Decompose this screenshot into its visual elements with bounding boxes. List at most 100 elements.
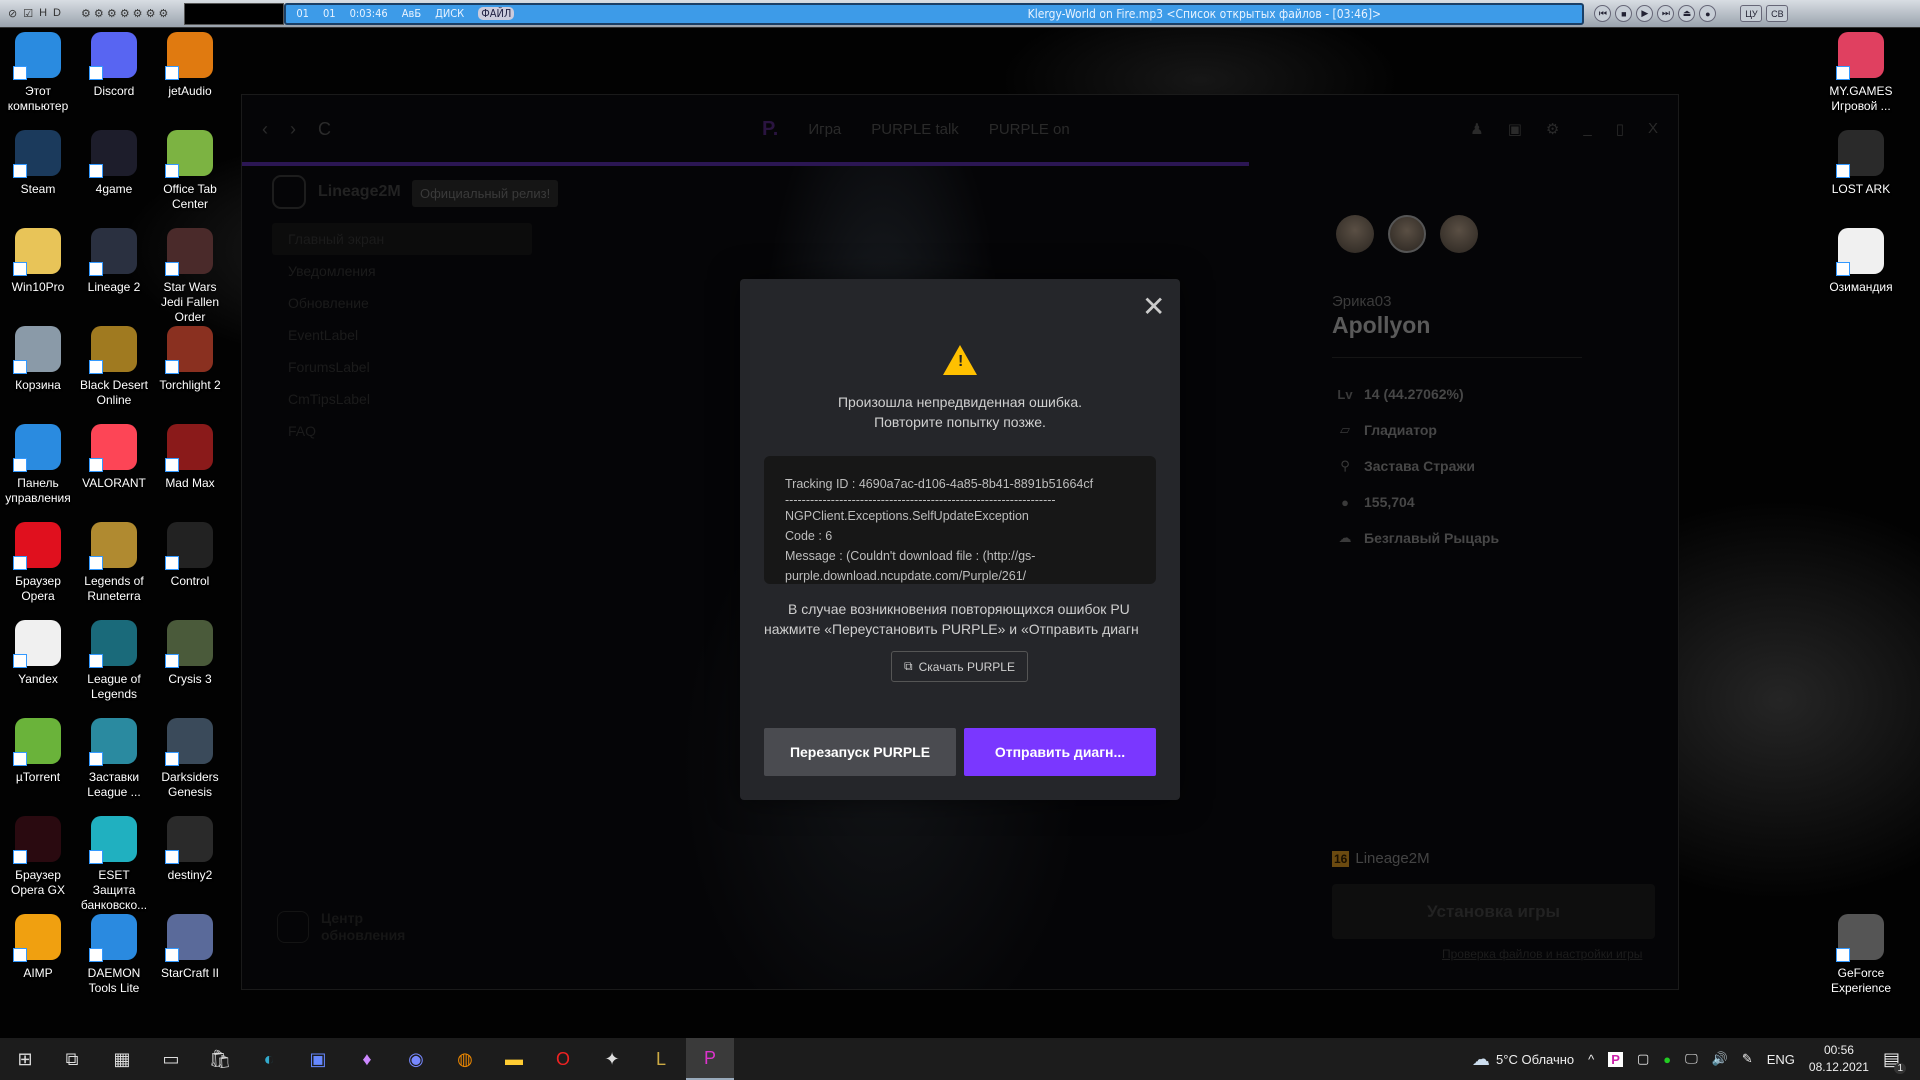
menu-faq[interactable]: FAQ [272, 415, 532, 447]
desktop-icon[interactable]: Torchlight 2 [152, 326, 228, 393]
error-details[interactable]: Tracking ID : 4690a7ac-d106-4a85-8b41-88… [764, 456, 1156, 584]
start-icon[interactable]: ⊞ [12, 1046, 38, 1072]
edge-icon[interactable]: ◐ [256, 1046, 282, 1072]
update-center-button[interactable]: Центр обновления [277, 910, 405, 944]
desktop-icon[interactable]: Браузер Opera [0, 522, 76, 604]
close-icon[interactable]: ✕ [1142, 293, 1165, 321]
paint-icon[interactable]: ♦ [354, 1046, 380, 1072]
send-diagnostics-button[interactable]: Отправить диагн... [964, 728, 1156, 776]
disc-button[interactable]: ДИСК [435, 7, 464, 20]
desktop-icon[interactable]: GeForce Experience [1823, 914, 1899, 996]
prev-icon[interactable]: ⏮ [1594, 5, 1612, 22]
stop-icon[interactable]: ■ [1615, 5, 1633, 22]
cu-button[interactable]: ЦУ [1740, 5, 1763, 22]
play-icon[interactable]: ▶ [1636, 5, 1654, 22]
weather[interactable]: 5°C Облачно [1496, 1052, 1574, 1067]
open-icon[interactable]: ⏏ [1678, 5, 1696, 22]
calculator-icon[interactable]: ▦ [109, 1046, 135, 1072]
desktop-icon[interactable]: Control [152, 522, 228, 589]
desktop-icon[interactable]: µTorrent [0, 718, 76, 785]
record-icon[interactable]: ● [1699, 5, 1717, 22]
menu-main[interactable]: Главный экран [272, 223, 532, 255]
tab-purple-on[interactable]: PURPLE on [989, 121, 1070, 138]
forward-icon[interactable]: › [290, 119, 296, 140]
tab-purple-talk[interactable]: PURPLE talk [871, 121, 959, 138]
desktop-icon[interactable]: Black Desert Online [76, 326, 152, 408]
desktop-icon[interactable]: 4game [76, 130, 152, 197]
network-icon[interactable]: 🖵 [1685, 1051, 1698, 1067]
desktop-icon[interactable]: Этот компьютер [0, 32, 76, 114]
desktop-icon[interactable]: Office Tab Center [152, 130, 228, 212]
maximize-icon[interactable]: ▯ [1616, 120, 1624, 138]
volume-icon[interactable]: 🔊 [1712, 1051, 1728, 1067]
check-files-link[interactable]: Проверка файлов и настройки игры [1442, 947, 1642, 961]
avatar[interactable] [1336, 215, 1374, 253]
notifications-icon[interactable]: ▤ 1 [1883, 1049, 1906, 1074]
reload-icon[interactable]: C [318, 119, 331, 140]
avatar[interactable] [1440, 215, 1478, 253]
restart-purple-button[interactable]: Перезапуск PURPLE [764, 728, 956, 776]
desktop-icon[interactable]: Legends of Runeterra [76, 522, 152, 604]
pen-icon[interactable]: ✎ [1742, 1051, 1753, 1067]
purple-taskbar-icon[interactable]: P [686, 1038, 734, 1080]
discord-icon[interactable]: ◉ [403, 1046, 429, 1072]
desktop-icon[interactable]: DAEMON Tools Lite [76, 914, 152, 996]
desktop-icon[interactable]: VALORANT [76, 424, 152, 491]
desktop-icon[interactable]: Lineage 2 [76, 228, 152, 295]
desktop-icon[interactable]: Yandex [0, 620, 76, 687]
menu-tips[interactable]: CmTipsLabel [272, 383, 532, 415]
desktop-icon[interactable]: Заставки League ... [76, 718, 152, 800]
opera-icon[interactable]: O [550, 1046, 576, 1072]
desktop-icon[interactable]: Win10Pro [0, 228, 76, 295]
desktop-icon[interactable]: LOST ARK [1823, 130, 1899, 197]
save-icon[interactable]: ▣ [305, 1046, 331, 1072]
desktop-icon[interactable]: Панель управления [0, 424, 76, 506]
desktop-icon[interactable]: destiny2 [152, 816, 228, 883]
close-window-icon[interactable]: X [1648, 120, 1658, 138]
cloud-sync-icon[interactable]: ● [1663, 1052, 1671, 1067]
tab-game[interactable]: Игра [808, 121, 841, 138]
chevron-up-icon[interactable]: ^ [1588, 1052, 1594, 1067]
jetaudio-icon[interactable]: ◍ [452, 1046, 478, 1072]
settings-icon[interactable]: ⚙ [1546, 120, 1559, 138]
scanner-icon[interactable]: ▭ [158, 1046, 184, 1072]
desktop-icon[interactable]: Crysis 3 [152, 620, 228, 687]
next-icon[interactable]: ⏭ [1657, 5, 1675, 22]
desktop-icon[interactable]: Steam [0, 130, 76, 197]
clock[interactable]: 00:56 08.12.2021 [1809, 1042, 1869, 1076]
download-purple-button[interactable]: ⧉ Скачать PURPLE [891, 651, 1028, 682]
camera-icon[interactable]: ▢ [1637, 1051, 1649, 1067]
lineage-icon[interactable]: L [648, 1046, 674, 1072]
file-button[interactable]: ФАЙЛ [478, 7, 515, 20]
menu-event[interactable]: EventLabel [272, 319, 532, 351]
desktop-icon[interactable]: Darksiders Genesis [152, 718, 228, 800]
task-view-icon[interactable]: ⧉ [59, 1046, 85, 1072]
desktop-icon[interactable]: Star Wars Jedi Fallen Order [152, 228, 228, 325]
desktop-icon[interactable]: Discord [76, 32, 152, 99]
desktop-icon[interactable]: League of Legends [76, 620, 152, 702]
4game-icon[interactable]: ✦ [599, 1046, 625, 1072]
user-icon[interactable]: ♟ [1470, 120, 1483, 138]
back-icon[interactable]: ‹ [262, 119, 268, 140]
player-controls[interactable]: ⊘ ☑ H D ⚙ ⚙ ⚙ ⚙ ⚙ ⚙ ⚙ [0, 7, 176, 20]
desktop-icon[interactable]: Mad Max [152, 424, 228, 491]
menu-update[interactable]: Обновление [272, 287, 532, 319]
avatar[interactable] [1388, 215, 1426, 253]
desktop-icon[interactable]: jetAudio [152, 32, 228, 99]
install-button[interactable]: Установка игры [1332, 884, 1655, 939]
cb-button[interactable]: СВ [1766, 5, 1789, 22]
desktop-icon[interactable]: StarCraft II [152, 914, 228, 981]
lock-icon[interactable]: ▣ [1508, 120, 1522, 138]
desktop-icon[interactable]: Корзина [0, 326, 76, 393]
language[interactable]: ENG [1767, 1052, 1795, 1067]
purple-tray-icon[interactable]: P [1608, 1051, 1623, 1067]
minimize-icon[interactable]: _ [1583, 120, 1591, 138]
desktop-icon[interactable]: Озимандия [1823, 228, 1899, 295]
desktop-icon[interactable]: AIMP [0, 914, 76, 981]
explorer-icon[interactable]: ▬ [501, 1046, 527, 1072]
desktop-icon[interactable]: ESET Защита банковско... [76, 816, 152, 913]
menu-notifications[interactable]: Уведомления [272, 255, 532, 287]
desktop-icon[interactable]: Браузер Opera GX [0, 816, 76, 898]
menu-forums[interactable]: ForumsLabel [272, 351, 532, 383]
desktop-icon[interactable]: MY.GAMES Игровой ... [1823, 32, 1899, 114]
